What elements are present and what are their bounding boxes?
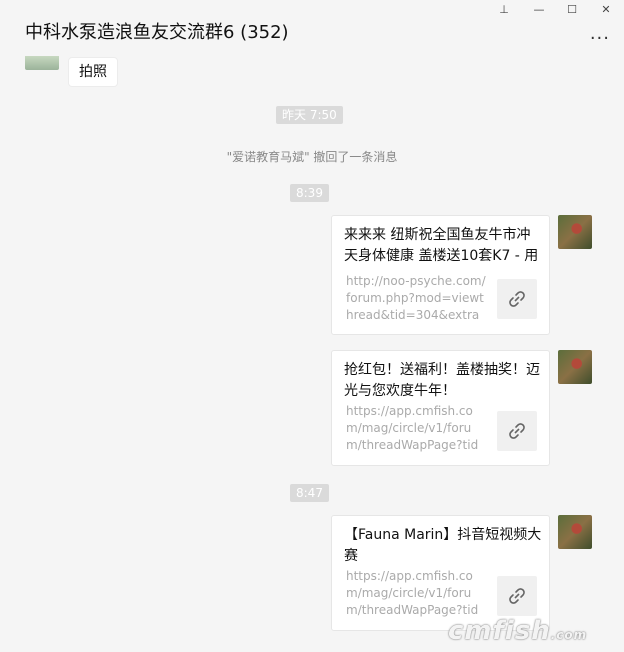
card-url: https://app.cmfish.com/mag/circle/v1/for… (346, 404, 479, 452)
pin-icon[interactable]: ⊥ (494, 2, 514, 18)
link-icon (497, 411, 537, 451)
chat-window: 中科水泵造浪鱼友交流群6 (352) ⊥ — ☐ ✕ ··· 拍照 昨天 7:5… (0, 0, 624, 652)
watermark-suffix: .com (550, 628, 588, 642)
message-bubble[interactable]: 拍照 (69, 58, 117, 86)
timestamp: 8:47 (290, 484, 329, 502)
watermark-logo: cmfish.com (448, 616, 587, 646)
maximize-button[interactable]: ☐ (562, 2, 582, 18)
link-icon (497, 576, 537, 616)
link-card[interactable]: 【Fauna Marin】抖音短视频大赛 https://app.cmfish.… (331, 515, 550, 631)
more-options-icon[interactable]: ··· (590, 28, 610, 49)
card-url: http://noo-psyche.com/forum.php?mod=view… (346, 274, 486, 322)
link-icon (497, 279, 537, 319)
watermark-main: cmfish (448, 616, 551, 646)
timestamp: 8:39 (290, 184, 329, 202)
timestamp: 昨天 7:50 (276, 106, 343, 124)
link-card[interactable]: 来来来 纽斯祝全国鱼友牛市冲天身体健康 盖楼送10套K7 - 用户... htt… (331, 215, 550, 335)
card-title: 抢红包！送福利！盖楼抽奖！迈光与您欢度牛年！ (344, 362, 540, 399)
card-title: 【Fauna Marin】抖音短视频大赛 (344, 527, 542, 564)
chat-title: 中科水泵造浪鱼友交流群6 (352) (25, 22, 289, 43)
avatar[interactable] (25, 56, 59, 70)
avatar[interactable] (558, 350, 592, 384)
avatar[interactable] (558, 515, 592, 549)
card-title: 来来来 纽斯祝全国鱼友牛市冲天身体健康 盖楼送10套K7 - 用户... (344, 227, 539, 264)
message-list[interactable]: 拍照 昨天 7:50 "爱诺教育马斌" 撤回了一条消息 8:39 来来来 纽斯祝… (0, 56, 624, 652)
recall-notice: "爱诺教育马斌" 撤回了一条消息 (226, 150, 398, 164)
link-card[interactable]: 抢红包！送福利！盖楼抽奖！迈光与您欢度牛年！ https://app.cmfis… (331, 350, 550, 466)
avatar[interactable] (558, 215, 592, 249)
card-url: https://app.cmfish.com/mag/circle/v1/for… (346, 569, 479, 617)
minimize-button[interactable]: — (529, 2, 549, 18)
close-button[interactable]: ✕ (596, 2, 616, 18)
title-bar: 中科水泵造浪鱼友交流群6 (352) ⊥ — ☐ ✕ ··· (0, 0, 624, 58)
